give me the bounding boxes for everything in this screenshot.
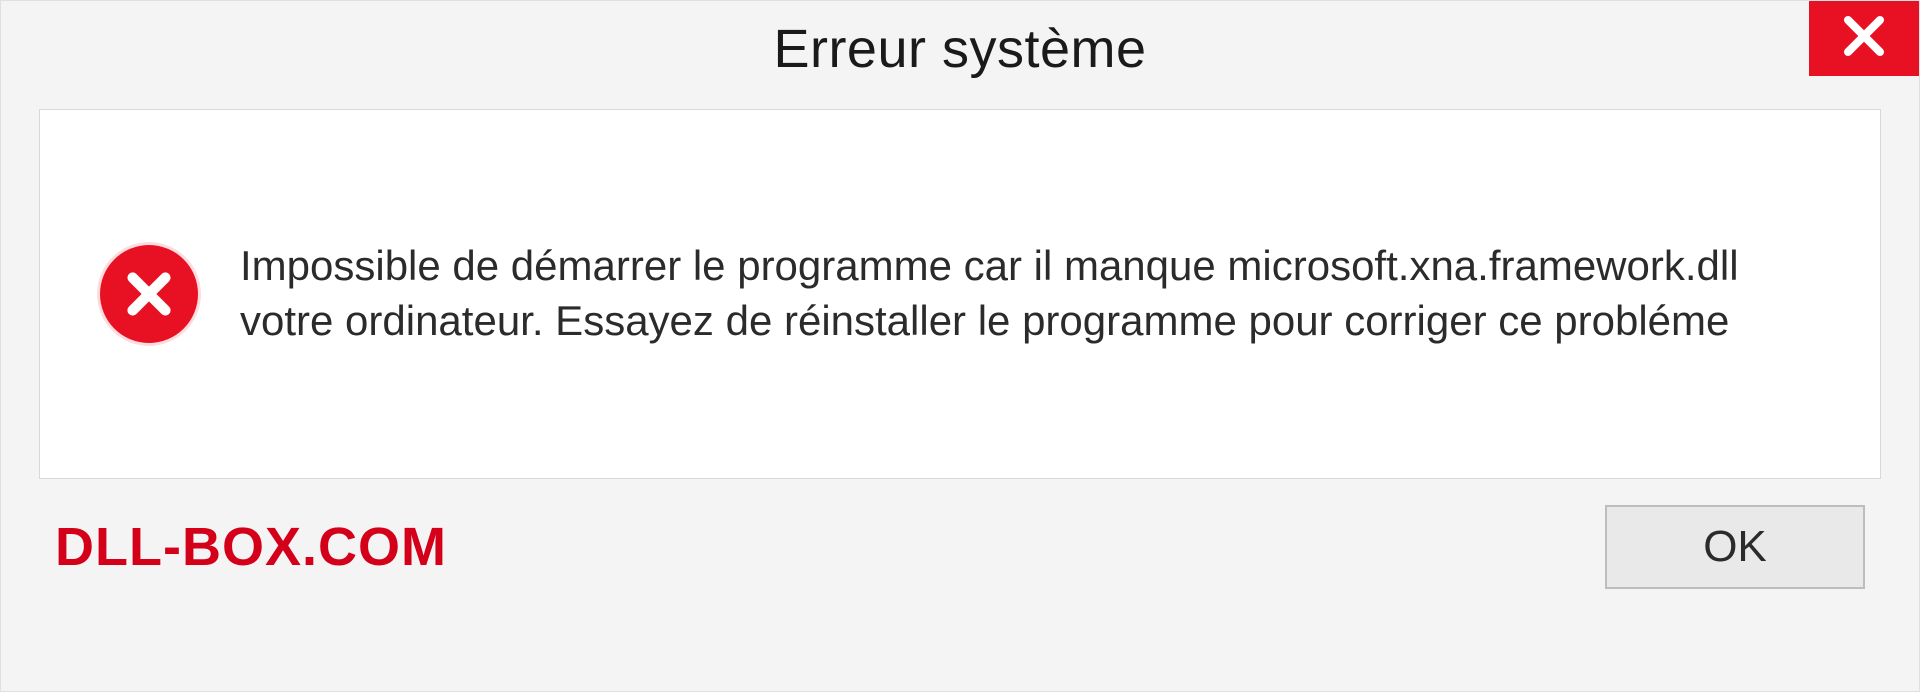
close-button[interactable]	[1809, 1, 1919, 76]
titlebar: Erreur système	[1, 1, 1919, 97]
dialog-footer: DLL-BOX.COM OK	[1, 479, 1919, 633]
close-icon	[1840, 12, 1888, 65]
error-dialog: Erreur système Impossible de démarrer le…	[0, 0, 1920, 692]
brand-label: DLL-BOX.COM	[55, 516, 447, 578]
error-icon	[100, 245, 198, 343]
ok-button-label: OK	[1703, 522, 1767, 572]
icon-column	[100, 245, 240, 343]
dialog-content: Impossible de démarrer le programme car …	[39, 109, 1881, 479]
error-message: Impossible de démarrer le programme car …	[240, 239, 1820, 348]
dialog-title: Erreur système	[773, 18, 1146, 80]
ok-button[interactable]: OK	[1605, 505, 1865, 589]
